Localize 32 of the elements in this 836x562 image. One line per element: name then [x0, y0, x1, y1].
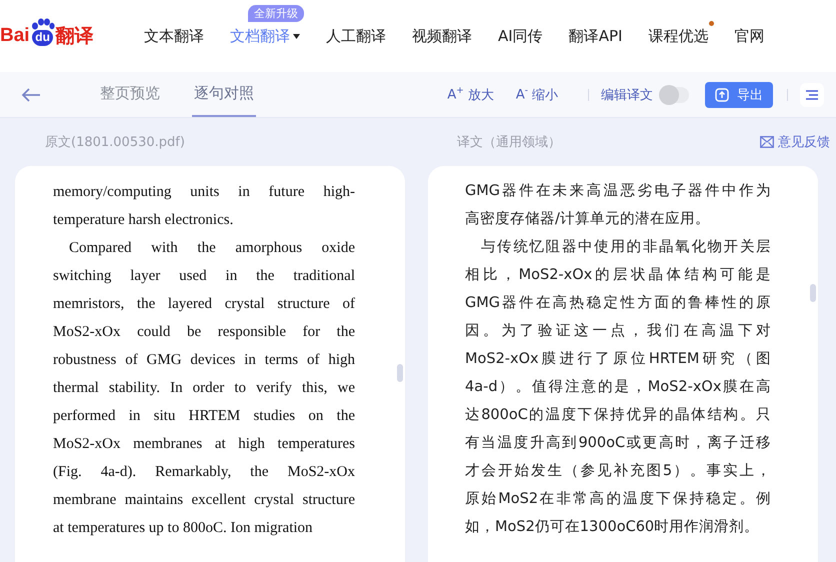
nav-link[interactable]: 文本翻译 [144, 26, 204, 46]
new-badge: 全新升级 [248, 4, 304, 22]
scrollbar-thumb[interactable] [810, 284, 816, 302]
paragraph: 与传统忆阻器中使用的非晶氧化物开关层 相比，MoS2-xOx的层状晶体结构可能是 GMG器件在高热稳定性方面的鲁棒性的原 因。为了验证这一点，我们在高温下对 MoS2-xOx膜进行了原位HRTEM研究（图 4a-d）。值得注意的是，MoS2-xOx膜在高 达800oC的温度下保持优异的晶体结构。只 有当温度升高到900oC或更高时，离子迁移 才会开始发生（参见补充图5）。事实上， 原始MoS2在非常高的温度下保持稳定。例 如，MoS2仍可在1300oC60时用作润滑剂。 [465, 238, 771, 537]
scrollbar-thumb[interactable] [397, 364, 403, 382]
paragraph: GMG器件在未来高温恶劣电子器件中作为 高密度存储器/计算单元的潜在应用。 [465, 182, 771, 229]
font-size-icon: A$^{+}$ [447, 86, 464, 103]
edit-toggle[interactable] [659, 86, 689, 102]
upload-icon [715, 88, 729, 102]
feedback-link[interactable]: 意见反馈 [760, 133, 830, 151]
back-arrow-icon[interactable] [21, 86, 43, 104]
nav-link[interactable]: 翻译API [568, 26, 622, 46]
panel-header: 原文(1801.00530.pdf) [45, 134, 185, 151]
nav-link[interactable]: 官网 [734, 26, 764, 46]
envelope-icon [760, 136, 774, 148]
panel-header: 译文（通用领域） [457, 134, 561, 151]
paragraph: memory/computing units in future high- temperature harsh electronics. [53, 183, 355, 230]
nav-link[interactable]: AI同传 [498, 26, 543, 46]
paragraph: Compared with the amorphous oxide switching layer used in the traditional memristors, the layered crystal structure of MoS2-xOx could be responsible for the robustness of GMG devices in terms of high thermal stability. In order to verify this, we performed in situ HRTEM studies on the MoS2-xOx membranes at high temperatures (Fig. 4a-d). Remarkably, the MoS2-xOx membrane maintains excellent crystal structure at temperatures up to 800oC. Ion migration [53, 239, 355, 538]
view-tab[interactable]: 逐句对照 [192, 72, 256, 117]
menu-icon[interactable] [800, 82, 824, 106]
toggle-label: 编辑译文 [601, 86, 653, 104]
zoom-out-button[interactable]: A$^{-}$ 缩小 [516, 86, 558, 104]
export-button[interactable]: 导出 [705, 82, 773, 108]
nav-link[interactable]: 视频翻译 [412, 26, 472, 46]
nav-link[interactable]: 文档翻译 [230, 26, 290, 46]
logo-text: Bai [0, 25, 30, 47]
nav-link[interactable]: 人工翻译 [326, 26, 386, 46]
zoom-in-button[interactable]: A$^{+}$ 放大 [447, 86, 494, 104]
logo-text: 翻译 [56, 25, 94, 49]
font-size-icon: A$^{-}$ [516, 86, 528, 103]
nav-link[interactable]: 课程优选 [648, 26, 708, 46]
